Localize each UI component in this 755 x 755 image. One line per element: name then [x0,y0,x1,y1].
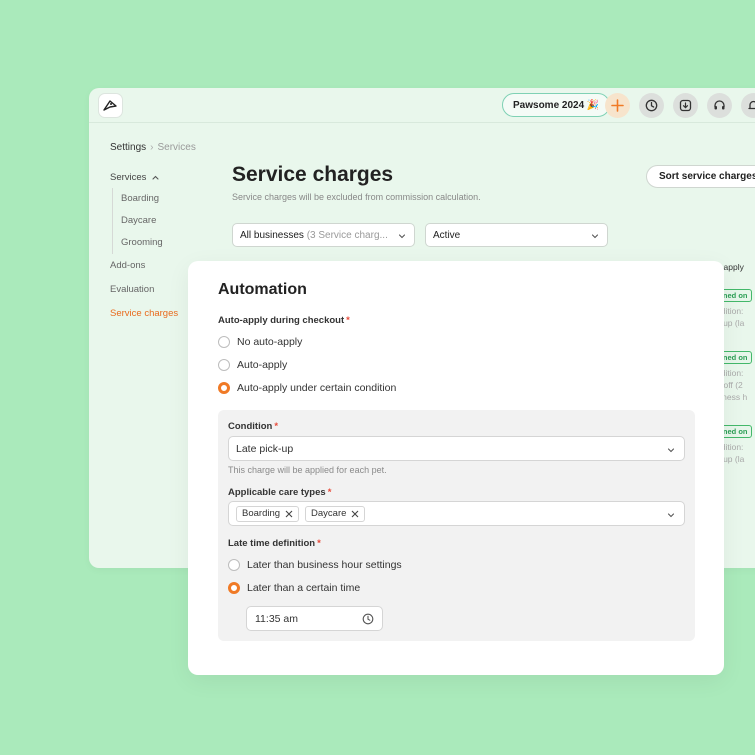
required-marker: * [327,487,332,498]
sidebar-item-boarding[interactable]: Boarding [121,188,220,210]
sidebar-group-services[interactable]: Services [110,170,220,184]
status-filter-select[interactable]: Active [425,223,608,247]
radio-button[interactable] [228,559,240,571]
condition-select[interactable]: Late pick-up [228,436,685,461]
chevron-down-icon [667,448,675,453]
business-filter-value: All businesses [240,229,304,241]
option-no-auto-apply[interactable]: No auto-apply [218,336,302,348]
condition-panel: Condition * Late pick-up This charge will… [218,410,695,641]
required-marker: * [346,315,350,326]
auto-apply-label: Auto-apply during checkout * [218,315,350,326]
chip-label: Boarding [242,508,281,519]
radio-button-selected[interactable] [218,382,230,394]
download-icon[interactable] [673,93,698,118]
breadcrumb-root[interactable]: Settings [110,142,146,153]
option-auto-apply[interactable]: Auto-apply [218,359,287,371]
page-title: Service charges [232,163,394,186]
option-later-than-certain-time[interactable]: Later than a certain time [228,582,360,594]
chevron-down-icon [667,513,675,518]
sort-service-charges-button[interactable]: Sort service charges [646,165,755,188]
chip-daycare: Daycare [305,505,366,522]
close-icon[interactable] [285,510,293,518]
page-description: Service charges will be excluded from co… [232,192,481,202]
option-later-than-business-hours[interactable]: Later than business hour settings [228,559,402,571]
sidebar-item-daycare[interactable]: Daycare [121,210,220,232]
sidebar-sub-list: Boarding Daycare Grooming [112,188,220,254]
option-label: Later than business hour settings [247,559,402,571]
radio-button-selected[interactable] [228,582,240,594]
chip-label: Daycare [311,508,347,519]
time-input[interactable]: 11:35 am [246,606,383,631]
sidebar-item-grooming[interactable]: Grooming [121,232,220,254]
automation-modal: Automation Auto-apply during checkout * N… [188,261,724,675]
condition-value: Late pick-up [236,442,294,455]
required-marker: * [317,538,321,549]
chip-boarding: Boarding [236,505,300,522]
plus-icon[interactable] [605,93,630,118]
option-auto-apply-conditional[interactable]: Auto-apply under certain condition [218,382,396,394]
modal-title: Automation [218,281,307,298]
status-filter-value: Active [433,229,461,241]
auto-apply-label-text: Auto-apply during checkout [218,315,345,326]
radio-button[interactable] [218,359,230,371]
time-value: 11:35 am [255,612,298,625]
radio-button[interactable] [218,336,230,348]
required-marker: * [274,421,279,432]
condition-label: Condition * [228,421,278,432]
chevron-right-icon: › [150,142,154,153]
logo-icon[interactable] [98,93,123,118]
late-time-label: Late time definition * [228,538,321,549]
condition-hint: This charge will be applied for each pet… [228,465,387,475]
top-bar: Pawsome 2024 🎉 [89,88,755,123]
business-filter-select[interactable]: All businesses (3 Service charg... [232,223,415,247]
chevron-up-icon [152,175,159,180]
care-types-multiselect[interactable]: Boarding Daycare [228,501,685,526]
close-icon[interactable] [351,510,359,518]
care-types-label-text: Applicable care types [228,487,326,498]
breadcrumb: Settings › Services [110,142,196,153]
condition-label-text: Condition [228,421,273,432]
late-time-label-text: Late time definition [228,538,316,549]
option-label: Auto-apply [237,359,288,371]
clock-icon[interactable] [639,93,664,118]
business-filter-count: (3 Service charg... [306,229,388,241]
clock-icon[interactable] [362,613,374,628]
care-types-label: Applicable care types * [228,487,331,498]
chevron-down-icon [398,234,406,239]
option-label: No auto-apply [237,336,303,348]
option-label: Later than a certain time [247,582,361,594]
headset-icon[interactable] [707,93,732,118]
promo-badge[interactable]: Pawsome 2024 🎉 [502,93,611,117]
option-label: Auto-apply under certain condition [237,382,397,394]
breadcrumb-current: Services [157,142,196,153]
bell-icon[interactable] [741,93,755,118]
sidebar-group-label: Services [110,171,147,183]
chevron-down-icon [591,234,599,239]
